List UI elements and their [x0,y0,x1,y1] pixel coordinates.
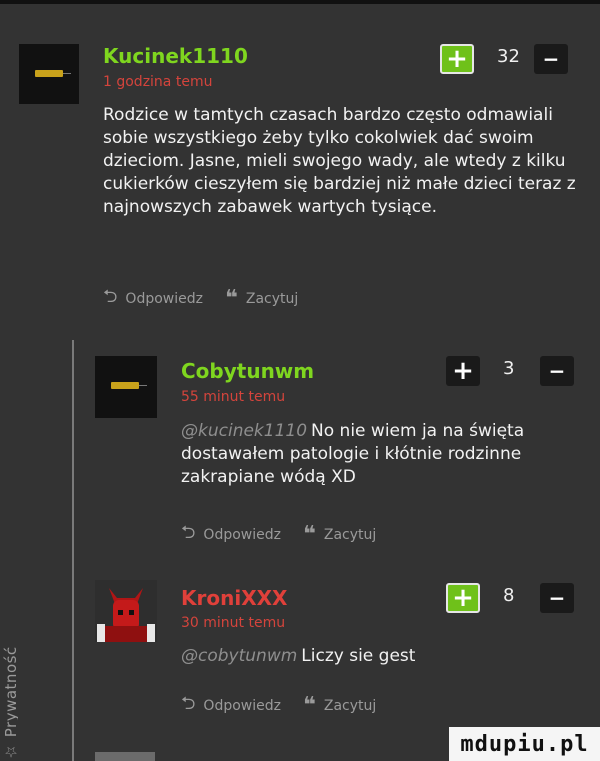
avatar[interactable] [95,356,157,418]
next-comment-avatar [95,752,155,761]
quote-link[interactable]: Zacytuj [324,698,376,714]
comment-body: Rodzice w tamtych czasach bardzo często … [103,104,583,219]
comment-text: Liczy sie gest [301,646,416,666]
devil-avatar-icon [95,580,157,642]
quote-link[interactable]: Zacytuj [324,527,376,543]
downvote-button[interactable]: − [540,356,574,386]
site-watermark: mdupiu.pl [449,727,600,761]
vote-count: 3 [503,358,515,379]
quote-icon: ❝ [302,693,316,718]
reply-link[interactable]: Odpowiedz [203,527,281,543]
comment-actions: ⮌ Odpowiedz ❝ Zacytuj [181,691,376,721]
downvote-button[interactable]: − [534,44,568,74]
comment-actions: ⮌ Odpowiedz ❝ Zacytuj [103,284,298,314]
comment-username[interactable]: KroniXXX [181,586,287,610]
quote-icon: ❝ [224,286,238,311]
downvote-button[interactable]: − [540,583,574,613]
comment-time[interactable]: 30 minut temu [181,615,285,631]
mention-link[interactable]: @kucinek1110 [181,421,307,441]
upvote-button[interactable]: + [446,356,480,386]
privacy-side-tab[interactable]: ☆ Prywatność [2,630,18,761]
quote-icon: ❝ [302,522,316,547]
reply-icon: ⮌ [181,693,196,714]
comment-text: Rodzice w tamtych czasach bardzo często … [103,105,576,217]
top-bar [0,0,600,4]
comment-actions: ⮌ Odpowiedz ❝ Zacytuj [181,520,376,550]
comment-time[interactable]: 55 minut temu [181,389,285,405]
avatar[interactable] [19,44,79,104]
thread-line [72,340,74,761]
avatar[interactable] [95,580,157,642]
logo-icon [35,70,63,77]
vote-count: 32 [497,46,520,67]
comment-time[interactable]: 1 godzina temu [103,74,212,90]
logo-icon [111,382,139,389]
comment-body: @kucinek1110 No nie wiem ja na święta dos… [181,420,581,489]
upvote-button[interactable]: + [440,44,474,74]
reply-icon: ⮌ [103,286,118,307]
reply-link[interactable]: Odpowiedz [125,291,203,307]
quote-link[interactable]: Zacytuj [246,291,298,307]
vote-count: 8 [503,585,515,606]
comment-body: @cobytunwm Liczy sie gest [181,645,581,668]
comment-username[interactable]: Cobytunwm [181,359,314,383]
upvote-button[interactable]: + [446,583,480,613]
mention-link[interactable]: @cobytunwm [181,646,297,666]
reply-icon: ⮌ [181,522,196,543]
comment-username[interactable]: Kucinek1110 [103,44,248,68]
reply-link[interactable]: Odpowiedz [203,698,281,714]
